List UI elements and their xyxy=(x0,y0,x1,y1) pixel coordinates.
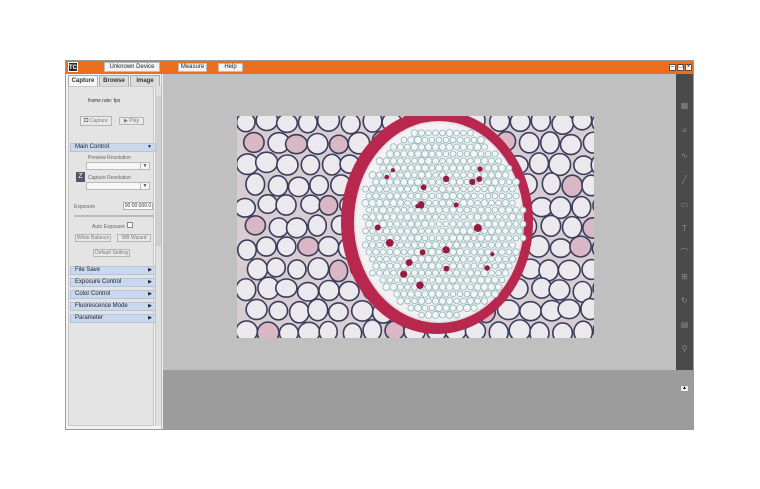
image-viewer[interactable] xyxy=(163,74,676,370)
main-area: ▦ ≡ ∿ ╱ ▭ T ⌒ ⊞ ↻ ▤ ⚲ ▲ xyxy=(163,74,693,429)
capture-button-label: Capture xyxy=(89,118,108,124)
chevron-down-icon: ▼ xyxy=(140,183,149,189)
section-file-save[interactable]: File Save ▶ xyxy=(70,266,156,275)
microscope-image[interactable] xyxy=(237,116,594,338)
tab-capture[interactable]: Capture xyxy=(68,75,98,86)
section-file-save-label: File Save xyxy=(75,267,101,273)
section-exposure-control[interactable]: Exposure Control ▶ xyxy=(70,278,156,287)
exposure-time-field[interactable]: 00:00:000.0 xyxy=(123,202,153,210)
wb-wizard-button[interactable]: WB Wizard xyxy=(117,234,151,242)
app-window: TC Unknown Device Measure Help – □ × Cap… xyxy=(65,60,694,430)
auto-exposure-checkbox[interactable] xyxy=(127,222,133,228)
pin-icon[interactable]: ⚲ xyxy=(680,344,689,353)
camera-icon: ◘ xyxy=(84,117,89,124)
play-button[interactable]: ▶ Play xyxy=(119,117,144,125)
triangle-right-icon: ▶ xyxy=(148,279,152,285)
grid-icon[interactable]: ▦ xyxy=(680,101,689,110)
section-main-control-label: Main Control xyxy=(75,144,110,150)
capture-button[interactable]: ◘ Capture xyxy=(80,116,112,126)
line-icon[interactable]: ╱ xyxy=(680,175,689,184)
triangle-right-icon: ▶ xyxy=(148,291,152,297)
default-setting-button[interactable]: Default Setting xyxy=(93,249,130,257)
capture-resolution-label: Capture Resolution xyxy=(88,175,131,181)
scroll-thumb[interactable] xyxy=(156,96,161,246)
exposure-label: Exposure xyxy=(74,204,96,210)
minimize-icon[interactable]: – xyxy=(669,64,676,71)
app-logo: TC xyxy=(68,62,78,72)
capture-resolution-select[interactable]: ▼ xyxy=(86,182,150,190)
lock-icon[interactable]: Z xyxy=(76,172,85,182)
play-icon: ▶ xyxy=(124,118,128,124)
close-icon[interactable]: × xyxy=(685,64,692,71)
preview-resolution-label: Preview Resolution xyxy=(88,155,131,161)
preview-resolution-select[interactable]: ▼ xyxy=(86,162,150,170)
ruler-icon[interactable]: ⊞ xyxy=(680,272,689,281)
expand-up-icon[interactable]: ▲ xyxy=(680,385,689,392)
panel-scrollbar[interactable] xyxy=(155,86,161,426)
brush-icon[interactable]: ∿ xyxy=(680,151,689,160)
left-panel: Capture Browse Image frame rate: fps ◘ C… xyxy=(66,74,162,429)
maximize-icon[interactable]: □ xyxy=(677,64,684,71)
triangle-right-icon: ▶ xyxy=(148,267,152,273)
exposure-slider[interactable] xyxy=(74,215,154,217)
list-icon[interactable]: ≡ xyxy=(680,126,689,135)
tab-browse[interactable]: Browse xyxy=(99,75,129,86)
triangle-right-icon: ▶ xyxy=(148,315,152,321)
title-bar: TC Unknown Device Measure Help – □ × xyxy=(66,61,693,74)
section-fluorescence-mode-label: Fluorescence Mode xyxy=(75,303,128,309)
thumbnail-strip xyxy=(163,370,693,429)
right-toolbar: ▦ ≡ ∿ ╱ ▭ T ⌒ ⊞ ↻ ▤ ⚲ xyxy=(676,74,693,370)
rect-icon[interactable]: ▭ xyxy=(680,200,689,209)
tab-image[interactable]: Image xyxy=(130,75,160,86)
white-balance-button[interactable]: White Balance xyxy=(75,234,111,242)
rotate-icon[interactable]: ↻ xyxy=(680,296,689,305)
text-icon[interactable]: T xyxy=(680,224,689,233)
device-selector-button[interactable]: Unknown Device xyxy=(104,62,160,72)
section-color-control[interactable]: Color Control ▶ xyxy=(70,290,156,299)
triangle-right-icon: ▶ xyxy=(148,303,152,309)
curve-icon[interactable]: ⌒ xyxy=(680,248,689,257)
help-menu-button[interactable]: Help xyxy=(218,63,243,72)
plant-stem-cross-section-image xyxy=(237,116,594,338)
section-fluorescence-mode[interactable]: Fluorescence Mode ▶ xyxy=(70,302,156,311)
section-main-control[interactable]: Main Control ▼ xyxy=(70,143,156,152)
section-exposure-control-label: Exposure Control xyxy=(75,279,122,285)
frame-rate-label: frame rate: fps xyxy=(88,98,121,104)
chevron-down-icon: ▼ xyxy=(140,163,149,169)
auto-exposure-label: Auto Exposure xyxy=(92,224,125,230)
triangle-down-icon: ▼ xyxy=(147,144,152,150)
play-button-label: Play xyxy=(129,118,139,124)
page-icon[interactable]: ▤ xyxy=(680,320,689,329)
section-parameter[interactable]: Parameter ▶ xyxy=(70,314,156,323)
section-color-control-label: Color Control xyxy=(75,291,111,297)
measure-menu-button[interactable]: Measure xyxy=(178,63,207,72)
section-parameter-label: Parameter xyxy=(75,315,104,321)
